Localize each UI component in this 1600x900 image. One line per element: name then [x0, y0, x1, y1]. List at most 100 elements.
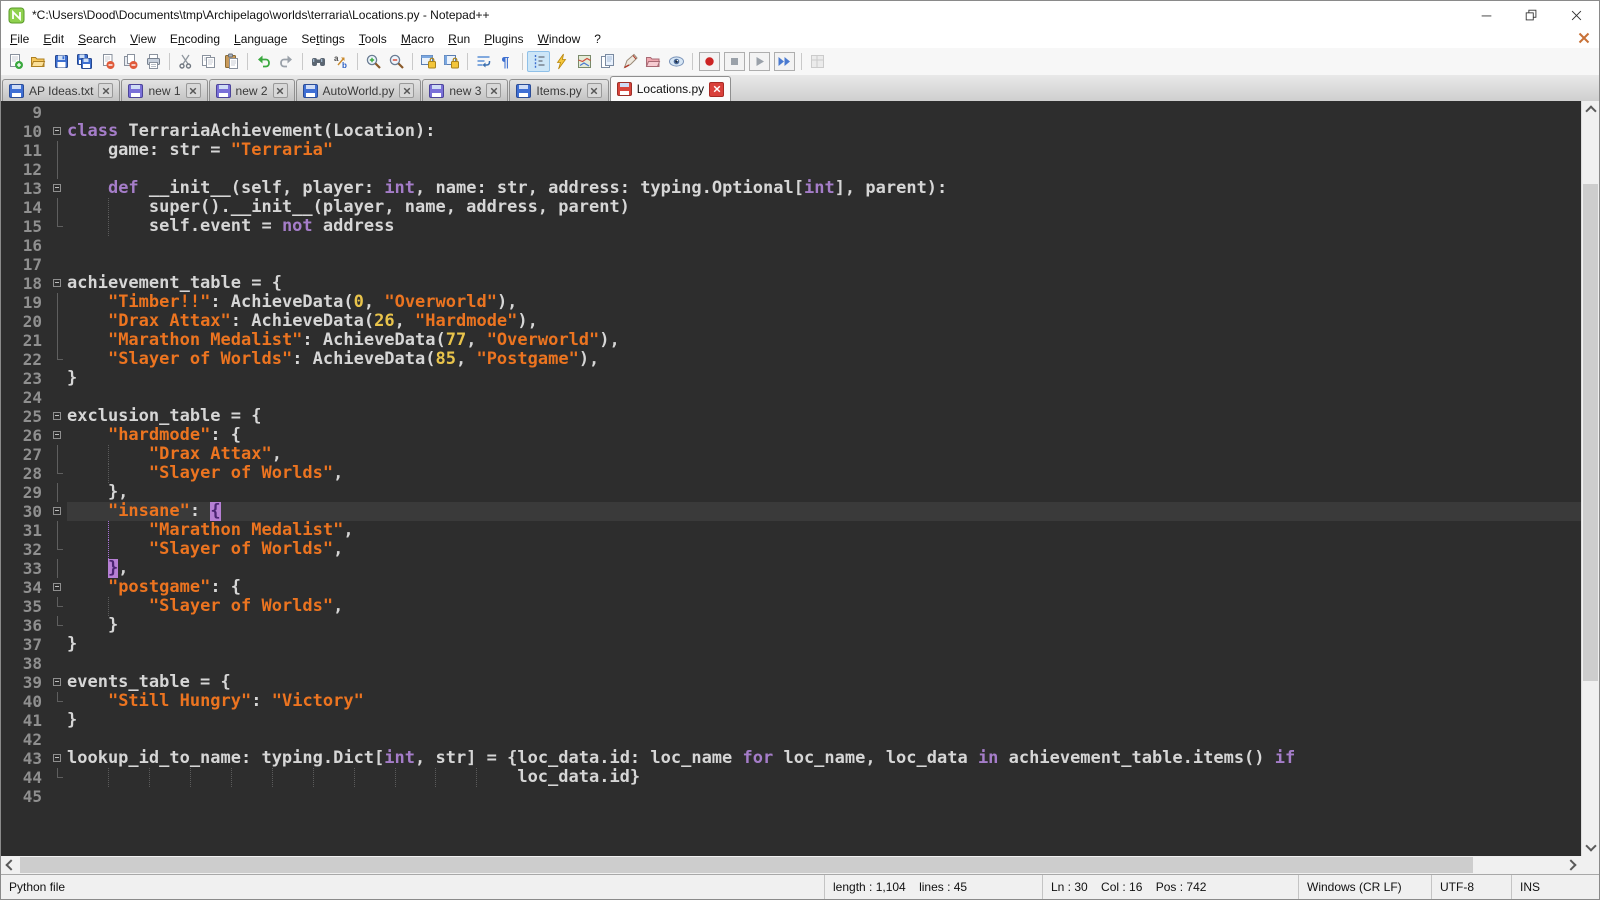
line-number[interactable]: 41 [1, 711, 51, 730]
close-all-files-icon[interactable] [119, 51, 142, 72]
redo-icon[interactable] [275, 51, 298, 72]
menu-settings[interactable]: Settings [294, 30, 351, 48]
line-number[interactable]: 30 [1, 502, 51, 521]
code-line-14[interactable]: 14 super().__init__(player, name, addres… [1, 198, 1581, 217]
editor[interactable]: 910class TerrariaAchievement(Location):1… [1, 101, 1581, 856]
code-line-11[interactable]: 11 game: str = "Terraria" [1, 141, 1581, 160]
line-number[interactable]: 23 [1, 369, 51, 388]
fold-collapse-icon[interactable] [51, 274, 67, 293]
tab-autoworld-py[interactable]: AutoWorld.py [296, 79, 422, 101]
line-number[interactable]: 26 [1, 426, 51, 445]
menu-help[interactable]: ? [587, 30, 608, 48]
menu-file[interactable]: File [3, 30, 36, 48]
macro-record-icon[interactable] [699, 52, 720, 71]
vertical-scroll-thumb[interactable] [1583, 184, 1598, 681]
tab-close-icon[interactable] [186, 83, 201, 98]
menu-view[interactable]: View [123, 30, 163, 48]
line-number[interactable]: 24 [1, 388, 51, 407]
restore-button[interactable] [1509, 1, 1554, 29]
code-line-9[interactable]: 9 [1, 103, 1581, 122]
tab-new-2[interactable]: new 2 [209, 79, 295, 101]
tab-items-py[interactable]: Items.py [509, 79, 608, 101]
code-line-26[interactable]: 26 "hardmode": { [1, 426, 1581, 445]
tab-close-icon[interactable] [399, 83, 414, 98]
save-all-icon[interactable] [73, 51, 96, 72]
fold-collapse-icon[interactable] [51, 578, 67, 597]
zoom-in-icon[interactable] [362, 51, 385, 72]
code-line-45[interactable]: 45 [1, 787, 1581, 806]
horizontal-scroll-track[interactable] [18, 856, 1564, 874]
tab-close-icon[interactable] [273, 83, 288, 98]
code-line-39[interactable]: 39events_table = { [1, 673, 1581, 692]
close-button[interactable] [1554, 1, 1599, 29]
line-number[interactable]: 18 [1, 274, 51, 293]
code-line-15[interactable]: 15 self.event = not address [1, 217, 1581, 236]
code-line-10[interactable]: 10class TerrariaAchievement(Location): [1, 122, 1581, 141]
code-line-22[interactable]: 22 "Slayer of Worlds": AchieveData(85, "… [1, 350, 1581, 369]
macro-save-icon[interactable] [806, 51, 829, 72]
close-file-icon[interactable] [96, 51, 119, 72]
fold-collapse-icon[interactable] [51, 122, 67, 141]
menu-tools[interactable]: Tools [352, 30, 394, 48]
code-line-24[interactable]: 24 [1, 388, 1581, 407]
print-icon[interactable] [142, 51, 165, 72]
function-list-icon[interactable] [619, 51, 642, 72]
line-number[interactable]: 14 [1, 198, 51, 217]
code-line-27[interactable]: 27 "Drax Attax", [1, 445, 1581, 464]
close-document-x-icon[interactable] [1577, 31, 1591, 45]
code-line-29[interactable]: 29 }, [1, 483, 1581, 502]
menu-window[interactable]: Window [531, 30, 588, 48]
vertical-scrollbar[interactable] [1581, 101, 1599, 856]
folder-as-workspace-icon[interactable] [642, 51, 665, 72]
tab-close-icon[interactable] [486, 83, 501, 98]
scroll-right-arrow[interactable] [1564, 856, 1581, 874]
fold-collapse-icon[interactable] [51, 673, 67, 692]
line-number[interactable]: 43 [1, 749, 51, 768]
line-number[interactable]: 40 [1, 692, 51, 711]
macro-playback-icon[interactable] [749, 52, 770, 71]
line-number[interactable]: 36 [1, 616, 51, 635]
line-number[interactable]: 13 [1, 179, 51, 198]
line-number[interactable]: 17 [1, 255, 51, 274]
code-line-37[interactable]: 37} [1, 635, 1581, 654]
code-line-23[interactable]: 23} [1, 369, 1581, 388]
horizontal-scrollbar[interactable] [1, 856, 1599, 874]
line-number[interactable]: 22 [1, 350, 51, 369]
code-line-20[interactable]: 20 "Drax Attax": AchieveData(26, "Hardmo… [1, 312, 1581, 331]
fold-collapse-icon[interactable] [51, 749, 67, 768]
menu-run[interactable]: Run [441, 30, 477, 48]
scroll-down-arrow[interactable] [1582, 839, 1599, 856]
tab-close-icon[interactable] [709, 82, 724, 97]
code-line-43[interactable]: 43lookup_id_to_name: typing.Dict[int, st… [1, 749, 1581, 768]
word-wrap-icon[interactable] [472, 51, 495, 72]
show-all-characters-icon[interactable]: ¶ [495, 51, 518, 72]
code-line-44[interactable]: 44 loc_data.id} [1, 768, 1581, 787]
line-number[interactable]: 31 [1, 521, 51, 540]
macro-stop-icon[interactable] [724, 52, 745, 71]
copy-icon[interactable] [197, 51, 220, 72]
tab-new-3[interactable]: new 3 [422, 79, 508, 101]
sync-vertical-scroll-icon[interactable] [417, 51, 440, 72]
line-number[interactable]: 10 [1, 122, 51, 141]
line-number[interactable]: 29 [1, 483, 51, 502]
code-line-25[interactable]: 25exclusion_table = { [1, 407, 1581, 426]
document-switcher-icon[interactable] [596, 51, 619, 72]
code-line-36[interactable]: 36 } [1, 616, 1581, 635]
line-number[interactable]: 39 [1, 673, 51, 692]
line-number[interactable]: 12 [1, 160, 51, 179]
tab-ap-ideas-txt[interactable]: AP Ideas.txt [2, 79, 120, 101]
code-line-17[interactable]: 17 [1, 255, 1581, 274]
code-line-21[interactable]: 21 "Marathon Medalist": AchieveData(77, … [1, 331, 1581, 350]
code-line-12[interactable]: 12 [1, 160, 1581, 179]
line-number[interactable]: 11 [1, 141, 51, 160]
line-number[interactable]: 37 [1, 635, 51, 654]
line-number[interactable]: 34 [1, 578, 51, 597]
fold-collapse-icon[interactable] [51, 426, 67, 445]
monitoring-icon[interactable] [665, 51, 688, 72]
menu-edit[interactable]: Edit [36, 30, 71, 48]
fold-collapse-icon[interactable] [51, 407, 67, 426]
menu-encoding[interactable]: Encoding [163, 30, 227, 48]
open-file-icon[interactable] [27, 51, 50, 72]
line-number[interactable]: 44 [1, 768, 51, 787]
document-map-icon[interactable] [573, 51, 596, 72]
